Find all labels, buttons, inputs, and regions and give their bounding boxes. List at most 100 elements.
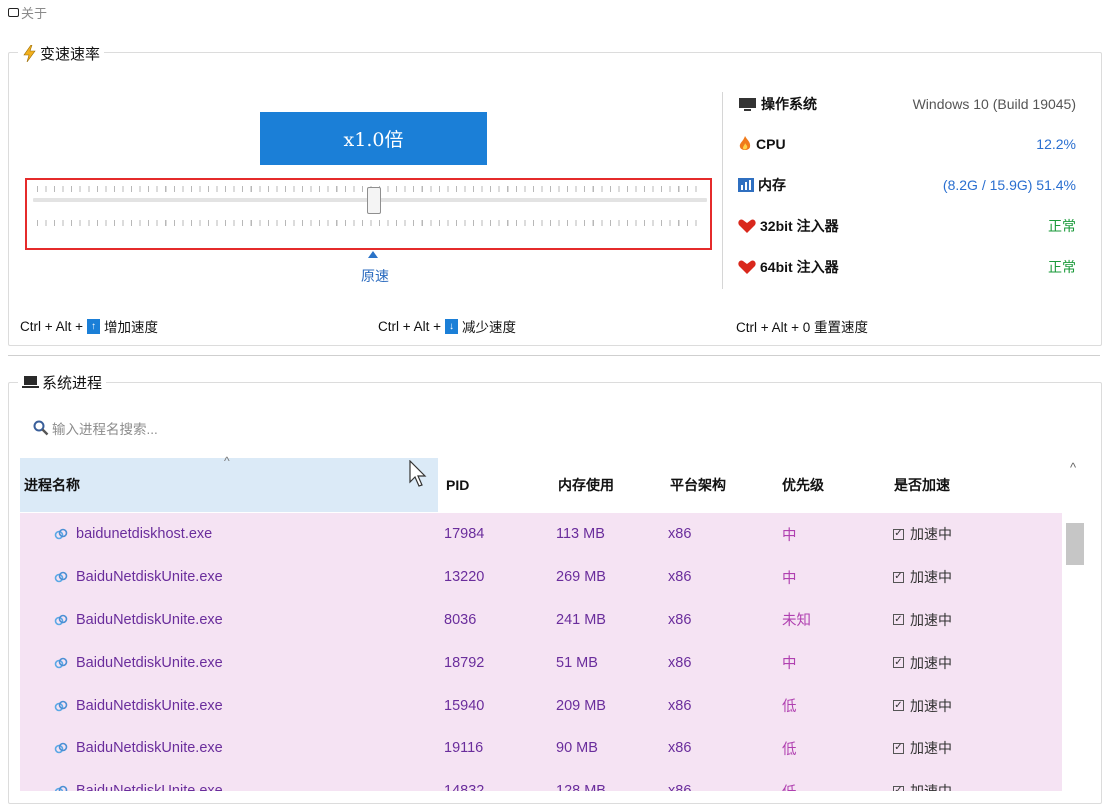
accelerate-checkbox[interactable]: ✓ 加速中 (893, 770, 952, 791)
table-row[interactable]: baidunetdiskhost.exe 17984 113 MB x86 中 … (20, 513, 1062, 556)
column-header-name[interactable]: 进程名称 (24, 458, 80, 512)
process-arch: x86 (668, 526, 692, 543)
checkbox-checked-icon: ✓ (893, 528, 904, 540)
column-header-priority[interactable]: 优先级 (782, 458, 824, 512)
scroll-up-icon[interactable]: ^ (1066, 460, 1080, 475)
process-pid: 14832 (444, 770, 484, 791)
os-label: 操作系统 (761, 96, 817, 112)
process-name-cell: baidunetdiskhost.exe (54, 513, 212, 556)
injector32-label: 32bit 注入器 (760, 218, 839, 234)
vertical-scrollbar-thumb[interactable] (1066, 523, 1084, 565)
accelerate-checkbox[interactable]: ✓ 加速中 (893, 727, 952, 770)
column-header-memory[interactable]: 内存使用 (558, 458, 614, 512)
accelerate-checkbox[interactable]: ✓ 加速中 (893, 599, 952, 642)
shortcut-decrease-prefix: Ctrl + Alt + (378, 318, 442, 334)
process-memory: 128 MB (556, 770, 606, 791)
table-row[interactable]: BaiduNetdiskUnite.exe 13220 269 MB x86 中… (20, 555, 1062, 599)
memory-label: 内存 (758, 177, 786, 193)
process-name: BaiduNetdiskUnite.exe (76, 740, 223, 757)
process-priority: 中 (782, 570, 797, 587)
accelerate-checkbox[interactable]: ✓ 加速中 (893, 641, 952, 684)
sort-up-icon: ^ (224, 454, 230, 468)
table-row[interactable]: BaiduNetdiskUnite.exe 19116 90 MB x86 低 … (20, 726, 1062, 770)
process-name: BaiduNetdiskUnite.exe (76, 697, 223, 714)
checkbox-checked-icon: ✓ (893, 613, 904, 626)
checkbox-checked-icon: ✓ (893, 571, 904, 583)
accelerate-status: 加速中 (910, 569, 952, 586)
process-memory: 51 MB (556, 654, 598, 671)
search-icon (33, 420, 49, 436)
lightning-icon (23, 44, 36, 62)
process-priority: 低 (782, 699, 797, 716)
shortcut-decrease: Ctrl + Alt + ↓ 减少速度 (378, 315, 516, 337)
process-memory: 113 MB (556, 526, 605, 543)
process-arch: x86 (668, 697, 692, 714)
process-title-text: 系统进程 (42, 374, 103, 392)
default-speed-label: 原速 (361, 268, 389, 284)
process-name-cell: BaiduNetdiskUnite.exe (54, 556, 223, 599)
accelerate-checkbox[interactable]: ✓ 加速中 (893, 513, 952, 556)
process-priority: 低 (782, 741, 797, 758)
process-memory: 209 MB (556, 697, 606, 714)
process-arch: x86 (668, 770, 691, 791)
process-group-title: 系统进程 (18, 371, 107, 393)
process-name-cell: BaiduNetdiskUnite.exe (54, 727, 223, 770)
table-row[interactable]: BaiduNetdiskUnite.exe 18792 51 MB x86 中 … (20, 641, 1062, 685)
table-row[interactable]: BaiduNetdiskUnite.exe 14832 128 MB x86 低… (20, 769, 1062, 791)
section-divider (8, 355, 1100, 356)
search-placeholder: 输入进程名搜索... (52, 422, 158, 437)
checkbox-checked-icon: ✓ (893, 656, 904, 669)
baidu-netdisk-icon (54, 657, 68, 669)
vertical-divider (722, 92, 723, 289)
process-arch: x86 (668, 569, 692, 586)
baidu-netdisk-icon (54, 529, 68, 540)
process-arch: x86 (668, 740, 692, 757)
process-search-input[interactable]: 输入进程名搜索... (33, 416, 293, 440)
fire-icon (739, 136, 751, 150)
column-header-accelerated[interactable]: 是否加速 (894, 458, 950, 512)
shortcut-reset-text: Ctrl + Alt + 0 重置速度 (736, 320, 869, 335)
accelerate-checkbox[interactable]: ✓ 加速中 (893, 684, 952, 727)
table-row[interactable]: BaiduNetdiskUnite.exe 15940 209 MB x86 低… (20, 684, 1062, 727)
speed-group-title: 变速速率 (18, 42, 105, 64)
accelerate-status: 加速中 (910, 740, 952, 757)
process-pid: 13220 (444, 569, 485, 586)
arrow-down-key-icon: ↓ (445, 318, 459, 334)
os-value: Windows 10 (Build 19045) (912, 96, 1076, 112)
chart-icon (738, 178, 754, 192)
shortcut-increase: Ctrl + Alt + ↑ 增加速度 (20, 315, 158, 337)
cpu-value: 12.2% (1036, 136, 1076, 152)
speed-title-text: 变速速率 (40, 45, 101, 63)
cpu-label: CPU (756, 136, 786, 152)
column-header-pid[interactable]: PID (446, 458, 469, 512)
process-pid: 18792 (444, 654, 485, 671)
accelerate-status: 加速中 (910, 526, 952, 543)
accelerate-status: 加速中 (910, 654, 952, 671)
baidu-netdisk-icon (54, 743, 68, 754)
shortcut-increase-prefix: Ctrl + Alt + (20, 318, 84, 334)
injector64-status: 正常 (1048, 259, 1076, 275)
process-name: BaiduNetdiskUnite.exe (76, 611, 223, 628)
os-row: 操作系统 Windows 10 (Build 19045) (738, 93, 1076, 115)
injector64-label: 64bit 注入器 (760, 259, 839, 275)
process-pid: 17984 (444, 526, 485, 543)
process-list: ✓ baidunetdiskhost.exe 17984 113 MB x86 … (20, 513, 1062, 791)
slider-ticks-bottom (37, 220, 700, 226)
about-link[interactable]: 关于 (8, 2, 47, 22)
shortcut-increase-label: 增加速度 (104, 320, 159, 335)
process-priority: 中 (782, 656, 797, 673)
window-icon (8, 7, 19, 17)
checkbox-checked-icon: ✓ (893, 742, 904, 754)
injector64-row: 64bit 注入器 正常 (738, 256, 1076, 278)
baidu-netdisk-icon (54, 571, 68, 583)
process-memory: 269 MB (556, 569, 606, 586)
accelerate-checkbox[interactable]: ✓ 加速中 (893, 556, 952, 599)
column-header-arch[interactable]: 平台架构 (670, 458, 726, 512)
checkbox-checked-icon: ✓ (893, 699, 904, 712)
table-row[interactable]: BaiduNetdiskUnite.exe 8036 241 MB x86 未知… (20, 598, 1062, 642)
mouse-cursor-icon (409, 460, 427, 487)
speed-slider-thumb[interactable] (367, 187, 381, 214)
monitor-icon (739, 98, 756, 111)
process-priority: 低 (782, 770, 797, 791)
process-name-cell: BaiduNetdiskUnite.exe (54, 684, 223, 727)
